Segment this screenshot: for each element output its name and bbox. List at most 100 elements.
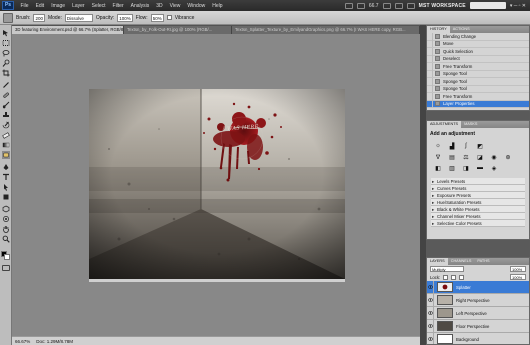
lock-transparency-icon[interactable] xyxy=(443,274,449,280)
menu-image[interactable]: Image xyxy=(48,3,69,9)
tab-layers[interactable]: Layers xyxy=(427,258,448,265)
zoom-level[interactable]: 66.7 xyxy=(369,3,379,9)
gradient-map-icon[interactable]: ▬ xyxy=(475,164,485,172)
layer-fill-field[interactable]: 100% xyxy=(510,274,526,280)
3d-rotate-tool-icon[interactable] xyxy=(2,205,10,213)
canvas-area[interactable]: I WAS HERE xyxy=(12,34,420,336)
clone-stamp-tool-icon[interactable] xyxy=(2,111,10,119)
screen-mode-icon[interactable] xyxy=(406,2,415,9)
color-balance-icon[interactable]: ⚖ xyxy=(461,153,471,161)
brightness-icon[interactable]: ☼ xyxy=(433,142,443,150)
arrange-documents-icon[interactable] xyxy=(394,2,403,9)
search-input[interactable] xyxy=(469,2,506,9)
visibility-eye-icon[interactable] xyxy=(427,280,434,294)
tab-channels[interactable]: Channels xyxy=(448,258,475,265)
menu-filter[interactable]: Filter xyxy=(109,3,127,9)
history-item-selected[interactable]: Layer Properties xyxy=(427,100,529,108)
tab-texture[interactable]: Textsn_by_Folk-Out-RI.jpg @ 100% (RGB/..… xyxy=(124,26,232,34)
mode-select[interactable]: Dissolve xyxy=(64,13,93,22)
menu-layer[interactable]: Layer xyxy=(69,3,89,9)
preset-item[interactable]: Exposure Presets xyxy=(431,192,525,199)
window-controls[interactable]: ▾ ─ ▫ ✕ xyxy=(510,3,526,9)
brush-tool-icon[interactable] xyxy=(2,101,10,109)
menu-edit[interactable]: Edit xyxy=(32,3,48,9)
background-color-swatch[interactable] xyxy=(4,254,10,260)
history-item[interactable]: Sponge Tool xyxy=(427,85,529,93)
type-tool-icon[interactable] xyxy=(2,173,10,181)
menu-view[interactable]: View xyxy=(166,3,184,9)
status-doc-size[interactable]: Doc: 1.29M/8.78M xyxy=(36,339,73,344)
black-white-icon[interactable]: ◪ xyxy=(475,153,485,161)
menu-3d[interactable]: 3D xyxy=(153,3,166,9)
quick-selection-tool-icon[interactable] xyxy=(2,59,10,67)
preset-item[interactable]: Levels Presets xyxy=(431,178,525,185)
menu-select[interactable]: Select xyxy=(88,3,109,9)
preset-item[interactable]: Hue/Saturation Presets xyxy=(431,199,525,206)
layer-row[interactable]: Background xyxy=(427,332,529,344)
photo-filter-icon[interactable]: ◉ xyxy=(489,153,499,161)
3d-camera-tool-icon[interactable] xyxy=(2,215,10,223)
move-tool-icon[interactable] xyxy=(2,29,10,37)
channel-mixer-icon[interactable]: ⊛ xyxy=(503,153,513,161)
status-zoom[interactable]: 66.67% xyxy=(15,339,30,344)
exposure-icon[interactable]: ◩ xyxy=(475,142,485,150)
flow-field[interactable]: 50% xyxy=(150,13,164,22)
zoom-tool-icon[interactable] xyxy=(2,235,10,243)
menu-help[interactable]: Help xyxy=(209,3,226,9)
posterize-icon[interactable]: ▥ xyxy=(447,164,457,172)
history-item[interactable]: Quick Selection xyxy=(427,47,529,56)
visibility-eye-icon[interactable] xyxy=(427,332,434,344)
pen-tool-icon[interactable] xyxy=(2,163,10,171)
layer-row[interactable]: Right Perspective xyxy=(427,293,529,307)
history-item[interactable]: Sponge Tool xyxy=(427,70,529,78)
history-item[interactable]: Free Transform xyxy=(427,92,529,101)
lock-pixels-icon[interactable] xyxy=(451,274,457,280)
hue-saturation-icon[interactable]: ▤ xyxy=(447,153,457,161)
tab-splatter-texture[interactable]: Textsn_Splatter_Texture_by_EmilyandGraph… xyxy=(232,26,420,34)
document-image[interactable]: I WAS HERE xyxy=(89,89,345,279)
threshold-icon[interactable]: ◨ xyxy=(461,164,471,172)
path-selection-tool-icon[interactable] xyxy=(2,183,10,191)
opacity-field[interactable]: 100% xyxy=(117,13,133,22)
gradient-tool-icon[interactable] xyxy=(2,141,10,149)
vibrance-icon[interactable]: ∇ xyxy=(433,153,443,161)
blend-mode-select[interactable]: Multiply xyxy=(430,266,464,272)
selective-color-icon[interactable]: ◈ xyxy=(489,164,499,172)
menu-file[interactable]: File xyxy=(17,3,32,9)
sponge-tool-icon[interactable] xyxy=(2,151,10,159)
tool-preset-picker[interactable] xyxy=(3,12,13,23)
bridge-icon[interactable] xyxy=(344,2,353,9)
shape-tool-icon[interactable] xyxy=(2,193,10,201)
workspace-switcher[interactable]: MST WORKSPACE xyxy=(419,3,466,9)
preset-item[interactable]: Channel Mixer Presets xyxy=(431,213,525,220)
lasso-tool-icon[interactable] xyxy=(2,49,10,57)
preset-item[interactable]: Curves Presets xyxy=(431,185,525,192)
visibility-eye-icon[interactable] xyxy=(427,306,434,320)
preset-item[interactable]: Selective Color Presets xyxy=(431,220,525,227)
menu-window[interactable]: Window xyxy=(184,3,209,9)
preset-item[interactable]: Black & White Presets xyxy=(431,206,525,213)
tab-paths[interactable]: Paths xyxy=(474,258,492,265)
crop-tool-icon[interactable] xyxy=(2,69,10,77)
visibility-eye-icon[interactable] xyxy=(427,293,434,307)
history-brush-tool-icon[interactable] xyxy=(2,121,10,129)
invert-icon[interactable]: ◧ xyxy=(433,164,443,172)
healing-brush-tool-icon[interactable] xyxy=(2,91,10,99)
mini-bridge-icon[interactable] xyxy=(356,2,365,9)
eraser-tool-icon[interactable] xyxy=(2,131,10,139)
history-item[interactable]: Move xyxy=(427,40,529,48)
hand-tool-icon[interactable] xyxy=(2,225,10,233)
layer-row-selected[interactable]: Splatter xyxy=(427,280,529,294)
tab-3d-environment[interactable]: 3D featuring Environment.psd @ 66.7% (Sp… xyxy=(12,26,124,34)
marquee-tool-icon[interactable] xyxy=(2,39,10,47)
lock-position-icon[interactable] xyxy=(459,274,465,280)
brush-size-field[interactable]: 200 xyxy=(33,13,45,22)
quick-mask-icon[interactable] xyxy=(2,265,10,271)
curves-icon[interactable]: ∫ xyxy=(461,142,471,150)
hand-tool-icon[interactable] xyxy=(382,2,391,9)
layer-row[interactable]: Floor Perspective xyxy=(427,319,529,333)
layer-row[interactable]: Left Perspective xyxy=(427,306,529,320)
history-item[interactable]: Deselect xyxy=(427,55,529,63)
history-item[interactable]: Blending Change xyxy=(427,32,529,41)
history-item[interactable]: Sponge Tool xyxy=(427,77,529,86)
